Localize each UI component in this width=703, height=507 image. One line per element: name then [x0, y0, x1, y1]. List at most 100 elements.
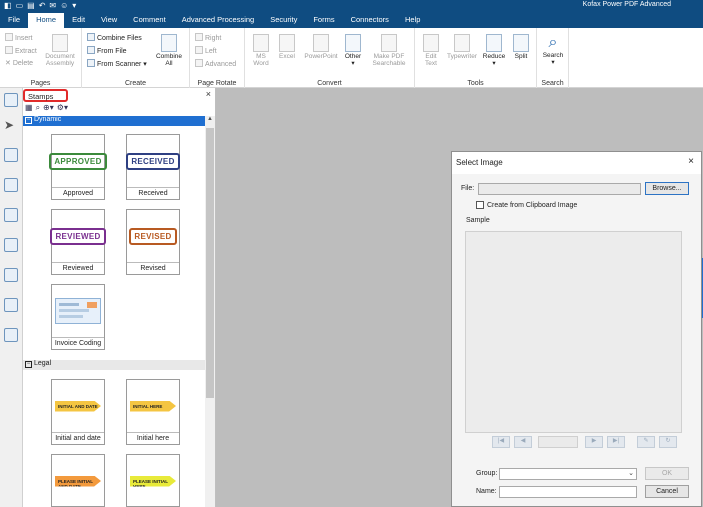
cancel-button[interactable]: Cancel: [645, 485, 689, 498]
insert-pages-button[interactable]: Insert: [5, 33, 33, 42]
file-icon: [87, 46, 95, 54]
attachment-icon[interactable]: [4, 238, 18, 252]
edit-text-icon: [423, 34, 439, 52]
tab-connectors[interactable]: Connectors: [343, 13, 397, 28]
tab-home[interactable]: Home: [28, 13, 65, 28]
close-icon[interactable]: ×: [688, 156, 694, 167]
previous-page-icon[interactable]: ◀: [514, 436, 532, 448]
ribbon-group-pages: Insert Extract ✕ Delete Document Assembl…: [0, 28, 82, 88]
please-initial-here-art: PLEASE INITIAL HERE: [130, 475, 176, 487]
tab-view[interactable]: View: [93, 13, 125, 28]
email-icon[interactable]: ✉: [49, 1, 56, 10]
tab-advanced-processing[interactable]: Advanced Processing: [174, 13, 263, 28]
make-pdf-searchable-button[interactable]: Make PDF Searchable: [367, 34, 411, 67]
last-page-icon[interactable]: ▶|: [607, 436, 625, 448]
ribbon-group-convert: MS Word Excel PowerPoint Other ▾ Make PD…: [245, 28, 415, 88]
comments-icon[interactable]: [4, 208, 18, 222]
rotate-advanced-icon: [195, 59, 203, 67]
powerpoint-icon: [313, 34, 329, 52]
combine-all-button[interactable]: Combine All: [154, 34, 184, 67]
edit-text-button[interactable]: Edit Text: [419, 34, 443, 67]
extract-pages-button[interactable]: Extract: [5, 46, 37, 55]
from-scanner-button[interactable]: From Scanner ▾: [87, 59, 147, 68]
document-icon[interactable]: [4, 178, 18, 192]
search-icon[interactable]: ⌕: [36, 103, 40, 113]
section-header-dynamic[interactable]: − Dynamic: [23, 116, 205, 126]
tab-help[interactable]: Help: [397, 13, 428, 28]
stamp-palette-icon[interactable]: ▦: [25, 103, 33, 113]
stamps-scrollbar[interactable]: ▲: [205, 116, 215, 507]
convert-other-button[interactable]: Other ▾: [341, 34, 365, 67]
stamp-please-initial-and-date[interactable]: PLEASE INITIAL AND DATE: [51, 454, 105, 507]
stamps-toolbar: ▦ ⌕ ⊕▾ ⚙▾: [25, 103, 68, 113]
open-icon[interactable]: ▭: [16, 1, 24, 10]
close-icon[interactable]: ×: [206, 89, 211, 99]
browse-button[interactable]: Browse...: [645, 182, 689, 195]
convert-excel-button[interactable]: Excel: [275, 34, 299, 60]
stamps-panel-title: Stamps: [23, 89, 68, 102]
convert-powerpoint-button[interactable]: PowerPoint: [301, 34, 341, 60]
scroll-up-icon[interactable]: ▲: [205, 116, 215, 126]
typewriter-button[interactable]: Typewriter: [445, 34, 479, 60]
stamp-panel-icon[interactable]: [4, 268, 18, 282]
customize-quick-access-icon[interactable]: ▾: [72, 1, 76, 10]
user-icon[interactable]: ☺: [60, 1, 68, 10]
scrollbar-thumb[interactable]: [206, 128, 214, 398]
rotate-left-button[interactable]: Left: [195, 46, 217, 55]
tab-file[interactable]: File: [0, 13, 28, 28]
reduce-button[interactable]: Reduce ▾: [481, 34, 507, 67]
tab-forms[interactable]: Forms: [305, 13, 342, 28]
make-searchable-icon: [381, 34, 397, 52]
settings-gear-icon[interactable]: ⚙▾: [57, 103, 68, 113]
pages-panel-icon[interactable]: [4, 148, 18, 162]
next-page-icon[interactable]: ▶: [585, 436, 603, 448]
invoice-coding-art: [55, 298, 101, 324]
ribbon-group-create: Combine Files From File From Scanner ▾ C…: [82, 28, 190, 88]
rotate-image-icon[interactable]: ↻: [659, 436, 677, 448]
delete-pages-button[interactable]: ✕ Delete: [5, 59, 33, 67]
name-field[interactable]: [499, 486, 637, 498]
split-button[interactable]: Split: [509, 34, 533, 60]
collapse-icon[interactable]: −: [25, 117, 32, 124]
section-header-legal[interactable]: − Legal: [23, 360, 205, 370]
select-pointer-icon[interactable]: ➤: [4, 118, 18, 132]
combine-files-button[interactable]: Combine Files: [87, 33, 142, 42]
group-label-pages: Pages: [30, 80, 51, 87]
first-page-icon[interactable]: |◀: [492, 436, 510, 448]
undo-icon[interactable]: ↶: [39, 1, 46, 10]
stamp-caption: Initial here: [127, 432, 179, 444]
stamp-revised[interactable]: REVISED Revised: [126, 209, 180, 275]
tab-edit[interactable]: Edit: [64, 13, 93, 28]
file-path-field[interactable]: [478, 183, 641, 195]
group-label-tools: Tools: [467, 80, 484, 87]
collapse-icon[interactable]: −: [25, 361, 32, 368]
tab-comment[interactable]: Comment: [125, 13, 174, 28]
rotate-right-button[interactable]: Right: [195, 33, 221, 42]
edit-image-icon[interactable]: ✎: [637, 436, 655, 448]
cloud-icon[interactable]: [4, 298, 18, 312]
stamp-approved[interactable]: APPROVED Approved: [49, 134, 107, 200]
initial-here-art: INITIAL HERE: [130, 400, 176, 412]
tab-security[interactable]: Security: [262, 13, 305, 28]
document-assembly-button[interactable]: Document Assembly: [42, 34, 78, 67]
stamp-please-initial-here[interactable]: PLEASE INITIAL HERE: [126, 454, 180, 507]
received-stamp-art: RECEIVED: [126, 152, 180, 170]
stamp-invoice-coding[interactable]: Invoice Coding: [51, 284, 105, 350]
page-number-field[interactable]: [538, 436, 578, 448]
stamp-reviewed[interactable]: REVIEWED Reviewed: [50, 209, 106, 275]
from-file-button[interactable]: From File: [87, 46, 127, 55]
lock-icon[interactable]: [4, 328, 18, 342]
stamp-initial-and-date[interactable]: INITIAL AND DATE Initial and date: [51, 379, 105, 445]
stamp-initial-here[interactable]: INITIAL HERE Initial here: [126, 379, 180, 445]
search-button[interactable]: ⌕ Search ▾: [540, 34, 566, 66]
stamp-received[interactable]: RECEIVED Received: [126, 134, 180, 200]
add-stamp-icon[interactable]: ⊕▾: [43, 103, 54, 113]
convert-ms-word-button[interactable]: MS Word: [249, 34, 273, 67]
hand-tool-icon[interactable]: [4, 93, 18, 107]
rotate-advanced-button[interactable]: Advanced: [195, 59, 236, 68]
save-icon[interactable]: ▤: [27, 1, 35, 10]
clipboard-checkbox[interactable]: [476, 201, 484, 209]
group-dropdown[interactable]: ⌄: [499, 468, 637, 480]
group-label-search: Search: [541, 80, 564, 87]
ok-button[interactable]: OK: [645, 467, 689, 480]
